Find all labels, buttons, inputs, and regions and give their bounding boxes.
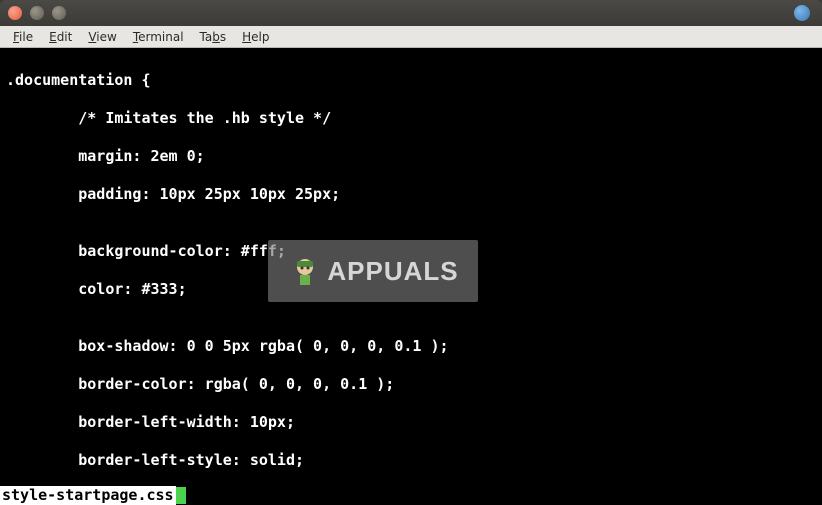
watermark-text: APPUALS xyxy=(327,262,458,281)
cursor xyxy=(176,487,186,504)
code-line: .documentation { xyxy=(6,71,816,90)
code-line: border-color: rgba( 0, 0, 0, 0.1 ); xyxy=(6,375,816,394)
menu-edit[interactable]: Edit xyxy=(42,28,79,46)
menu-tabs[interactable]: Tabs xyxy=(193,28,234,46)
code-line: margin: 2em 0; xyxy=(6,147,816,166)
code-line: padding: 10px 25px 10px 25px; xyxy=(6,185,816,204)
menu-terminal[interactable]: Terminal xyxy=(126,28,191,46)
terminal-viewport[interactable]: .documentation { /* Imitates the .hb sty… xyxy=(0,48,822,505)
status-line: style-startpage.css xyxy=(0,486,822,505)
watermark: APPUALS xyxy=(268,240,478,302)
terminal-window: File Edit View Terminal Tabs Help .docum… xyxy=(0,0,822,505)
help-icon[interactable] xyxy=(794,5,810,21)
status-filename: style-startpage.css xyxy=(0,486,176,505)
code-line: border-left-style: solid; xyxy=(6,451,816,470)
menu-help[interactable]: Help xyxy=(235,28,276,46)
titlebar[interactable] xyxy=(0,0,822,26)
menu-file[interactable]: File xyxy=(6,28,40,46)
code-line: border-left-width: 10px; xyxy=(6,413,816,432)
window-controls xyxy=(8,6,66,20)
code-line: /* Imitates the .hb style */ xyxy=(6,109,816,128)
menu-view[interactable]: View xyxy=(81,28,123,46)
minimize-icon[interactable] xyxy=(30,6,44,20)
mascot-icon xyxy=(287,253,323,289)
menubar: File Edit View Terminal Tabs Help xyxy=(0,26,822,48)
code-line: box-shadow: 0 0 5px rgba( 0, 0, 0, 0.1 )… xyxy=(6,337,816,356)
maximize-icon[interactable] xyxy=(52,6,66,20)
close-icon[interactable] xyxy=(8,6,22,20)
